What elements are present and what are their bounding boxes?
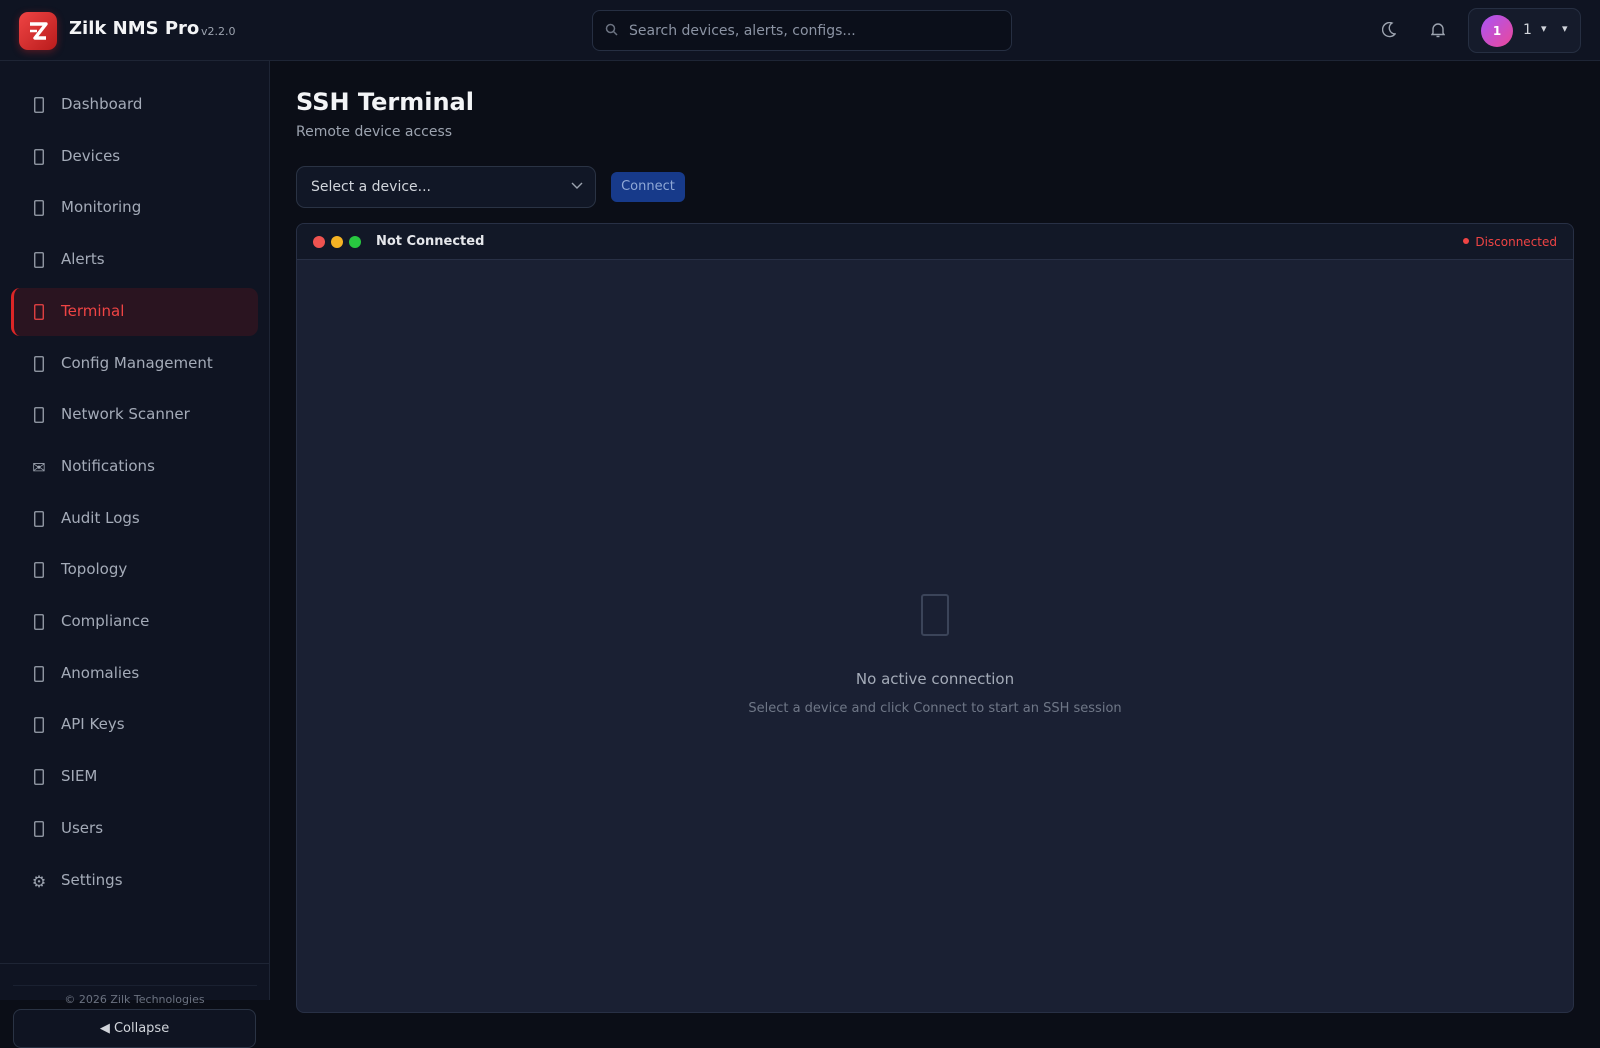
clipboard-icon xyxy=(29,510,49,531)
sidebar-item-network-scanner[interactable]: Network Scanner xyxy=(11,391,258,439)
sidebar-item-label: Anomalies xyxy=(61,663,140,682)
device-select-value: Select a device... xyxy=(311,179,432,195)
sidebar-item-siem[interactable]: SIEM xyxy=(11,753,258,801)
gear-icon: ⚙ xyxy=(31,871,47,891)
empty-state-subtitle: Select a device and click Connect to sta… xyxy=(748,701,1122,716)
sidebar-item-label: SIEM xyxy=(61,767,98,786)
chevron-down-icon: ▾ xyxy=(1562,22,1568,35)
collapse-button[interactable]: ◀ Collapse xyxy=(13,1009,256,1048)
avatar: 1 xyxy=(1481,15,1513,47)
radar-icon xyxy=(29,406,49,427)
sidebar-item-label: API Keys xyxy=(61,715,125,734)
sidebar-item-label: Notifications xyxy=(61,456,155,475)
sidebar-item-label: Settings xyxy=(61,870,123,889)
sidebar-item-label: Terminal xyxy=(61,301,125,320)
sidebar-item-notifications[interactable]: ✉ Notifications xyxy=(11,443,258,491)
sidebar-divider xyxy=(0,963,269,964)
bell-icon xyxy=(29,251,49,272)
connection-status: Disconnected xyxy=(1463,235,1557,249)
bell-icon[interactable] xyxy=(1425,17,1451,43)
chart-icon xyxy=(29,665,49,686)
network-icon xyxy=(29,561,49,582)
envelope-icon: ✉ xyxy=(32,457,46,477)
users-icon xyxy=(29,820,49,841)
lock-icon xyxy=(29,768,49,789)
file-icon xyxy=(29,355,49,376)
sidebar-item-label: Users xyxy=(61,818,104,837)
monitor-icon xyxy=(29,199,49,220)
top-bar: Zilk NMS Pro v2.2.0 1 1 ▾ ▾ xyxy=(0,0,1600,61)
sidebar-item-label: Config Management xyxy=(61,353,213,372)
sidebar-item-users[interactable]: Users xyxy=(11,805,258,853)
sidebar-item-settings[interactable]: ⚙ Settings xyxy=(11,857,258,905)
page-title: SSH Terminal xyxy=(296,88,474,116)
terminal-title: Not Connected xyxy=(376,234,485,249)
sidebar-item-label: Topology xyxy=(61,560,128,579)
sidebar-item-label: Devices xyxy=(61,146,121,165)
theme-toggle-icon[interactable] xyxy=(1376,17,1402,43)
window-close-dot xyxy=(313,236,325,248)
page-subtitle: Remote device access xyxy=(296,124,453,140)
app-version: v2.2.0 xyxy=(201,25,236,38)
sidebar-item-label: Monitoring xyxy=(61,198,142,217)
sidebar-item-api-keys[interactable]: API Keys xyxy=(11,701,258,749)
window-minimize-dot xyxy=(331,236,343,248)
dashboard-icon xyxy=(29,96,49,117)
terminal-header: Not Connected Disconnected xyxy=(297,224,1573,260)
global-search[interactable] xyxy=(592,10,1012,51)
sidebar-item-label: Dashboard xyxy=(61,95,143,113)
sidebar-item-label: Network Scanner xyxy=(61,405,190,424)
footer-divider xyxy=(13,985,257,986)
server-icon xyxy=(29,148,49,169)
shield-icon xyxy=(29,613,49,634)
user-name: 1 xyxy=(1523,22,1532,38)
sidebar-item-label: Alerts xyxy=(61,250,105,269)
sidebar-item-devices[interactable]: Devices xyxy=(11,133,258,181)
app-name: Zilk NMS Pro xyxy=(69,18,200,39)
window-maximize-dot xyxy=(349,236,361,248)
sidebar: Dashboard Devices Monitoring Alerts Terminal… xyxy=(0,61,270,1048)
connect-button[interactable]: Connect xyxy=(611,172,685,202)
terminal-panel[interactable]: Not Connected Disconnected No active con… xyxy=(296,223,1574,1013)
status-dot xyxy=(1463,238,1470,244)
sidebar-item-audit-logs[interactable]: Audit Logs xyxy=(11,495,258,543)
status-label: Disconnected xyxy=(1475,235,1557,249)
device-select[interactable]: Select a device... xyxy=(296,166,596,208)
sidebar-item-label: Audit Logs xyxy=(61,508,140,527)
sidebar-item-compliance[interactable]: Compliance xyxy=(11,598,258,646)
sidebar-item-monitoring[interactable]: Monitoring xyxy=(11,184,258,232)
sidebar-item-dashboard[interactable]: Dashboard xyxy=(11,81,258,129)
sidebar-item-config-management[interactable]: Config Management xyxy=(11,340,258,388)
user-menu[interactable]: 1 1 ▾ ▾ xyxy=(1468,8,1581,53)
terminal-icon xyxy=(297,594,1573,640)
caret-down-icon: ▾ xyxy=(1541,22,1547,35)
empty-state-title: No active connection xyxy=(855,670,1015,688)
chevron-down-icon xyxy=(571,179,583,193)
key-icon xyxy=(29,716,49,737)
app-logo[interactable] xyxy=(19,12,57,50)
sidebar-item-topology[interactable]: Topology xyxy=(11,546,258,594)
zilk-logo-icon xyxy=(30,22,48,40)
sidebar-item-label: Compliance xyxy=(61,612,150,630)
search-icon xyxy=(605,23,618,40)
sidebar-item-alerts[interactable]: Alerts xyxy=(11,236,258,284)
sidebar-item-terminal[interactable]: Terminal xyxy=(11,287,258,336)
terminal-icon xyxy=(29,303,49,324)
sidebar-item-anomalies[interactable]: Anomalies xyxy=(11,650,258,698)
search-input[interactable] xyxy=(629,11,999,50)
